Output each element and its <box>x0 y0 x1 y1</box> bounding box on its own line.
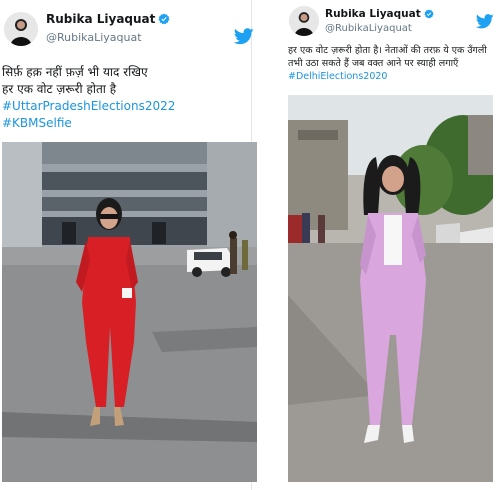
tweet-header: Rubika Liyaquat @RubikaLiyaquat <box>0 8 254 49</box>
tweet-header: Rubika Liyaquat @RubikaLiyaquat <box>258 6 500 48</box>
author-names: Rubika Liyaquat @RubikaLiyaquat <box>46 12 170 44</box>
tweet-line: हर एक वोट ज़रूरी होता है <box>2 82 117 96</box>
author-handle[interactable]: @RubikaLiyaquat <box>46 31 170 44</box>
tweet-line: हर एक वोट ज़रूरी होता है। नेताओं की तरफ़… <box>288 45 487 56</box>
avatar[interactable] <box>4 12 38 46</box>
avatar[interactable] <box>289 6 319 36</box>
verified-badge-icon <box>158 13 170 28</box>
tweet-text: हर एक वोट ज़रूरी होता है। नेताओं की तरफ़… <box>288 44 500 83</box>
tweet-line: तभी उठा सकते हैं जब वक्त आने पर स्याही ल… <box>288 58 459 69</box>
author-handle[interactable]: @RubikaLiyaquat <box>325 23 434 34</box>
tweet-card-left: Rubika Liyaquat @RubikaLiyaquat सिर्फ़ ह… <box>0 0 257 490</box>
tweet-text: सिर्फ़ हक़ नहीं फ़र्ज़ भी याद रखिए हर एक… <box>2 64 250 132</box>
hashtag-link[interactable]: #DelhiElections2020 <box>288 70 500 83</box>
twitter-bird-icon <box>233 28 254 49</box>
tweet-photo[interactable] <box>288 95 493 482</box>
author-name[interactable]: Rubika Liyaquat <box>325 8 434 22</box>
author-name-text: Rubika Liyaquat <box>46 12 156 26</box>
hashtag-link[interactable]: #KBMSelfie <box>2 115 250 132</box>
tweet-line: सिर्फ़ हक़ नहीं फ़र्ज़ भी याद रखिए <box>2 65 148 79</box>
author-name[interactable]: Rubika Liyaquat <box>46 12 170 28</box>
tweet-photo[interactable] <box>2 142 257 482</box>
verified-badge-icon <box>424 9 434 22</box>
hashtag-link[interactable]: #UttarPradeshElections2022 <box>2 98 250 115</box>
twitter-bird-icon <box>475 14 494 33</box>
author-names: Rubika Liyaquat @RubikaLiyaquat <box>325 8 434 34</box>
author-name-text: Rubika Liyaquat <box>325 8 421 20</box>
tweet-card-right: Rubika Liyaquat @RubikaLiyaquat हर एक वो… <box>258 0 500 490</box>
